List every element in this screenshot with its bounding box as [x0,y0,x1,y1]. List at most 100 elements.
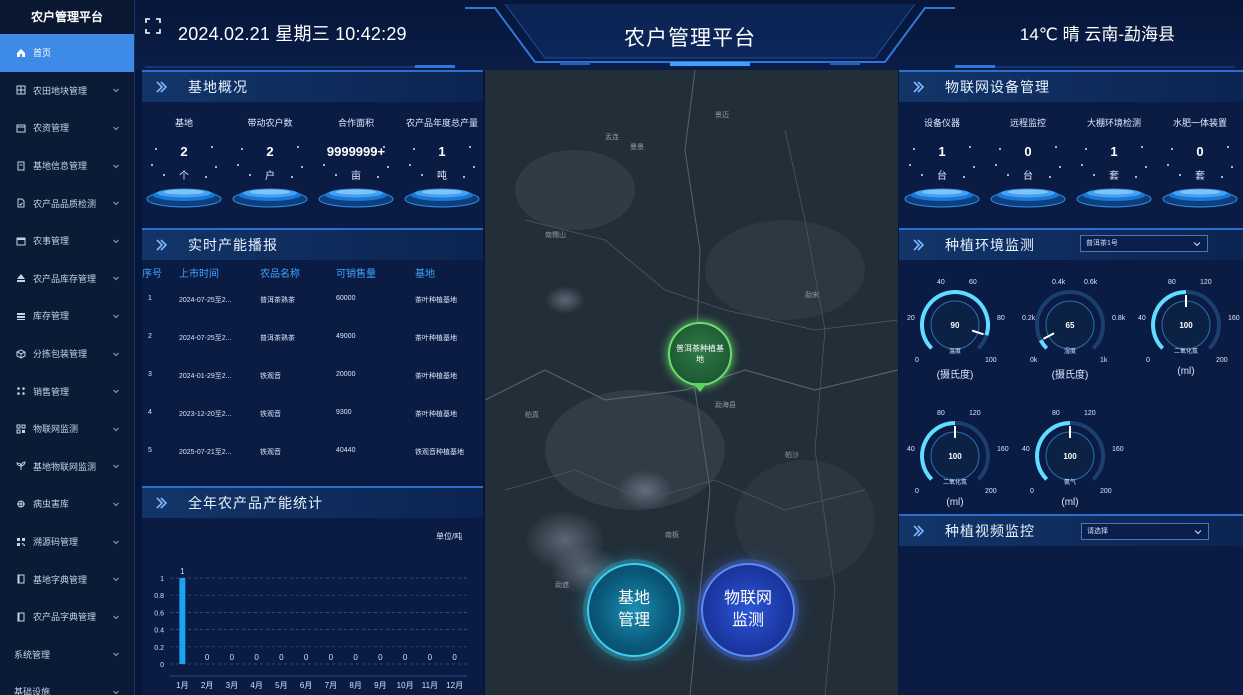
sidebar-item-7[interactable]: 农产品库存管理 [0,260,134,298]
iot-monitor-label: 物联网 监测 [723,590,772,629]
y-tick-label: 0.8 [154,593,164,600]
sidebar-item-2[interactable]: 农田地块管理 [0,72,134,110]
base-marker[interactable]: 普洱茶种植基地 [668,322,732,386]
map-place-label: 孟连 [605,134,619,141]
sidebar-item-18[interactable]: 基础设施 [0,673,134,695]
map-view[interactable]: 孟连 曼景 勐海县 南糯山 勐宋 帕真 帕沙 南板 勐遮 景迈 普洱茶种植基地 基地 管理 物联网监… [485,70,898,695]
x-tick-label: 8月 [349,681,361,690]
sidebar-item-14[interactable]: 溯源码管理 [0,523,134,561]
gauge-tick-label: 40 [937,279,945,286]
chevron-right-icon [913,81,925,93]
x-tick-label: 6月 [300,681,312,690]
chevron-down-icon [112,312,120,320]
fullscreen-icon[interactable] [145,18,161,34]
bar-value-label: 0 [329,653,334,662]
sidebar-item-3[interactable]: 农资管理 [0,109,134,147]
iot-monitor-button[interactable]: 物联网 监测 [701,563,795,657]
sidebar-item-11[interactable]: 物联网监测 [0,410,134,448]
x-tick-label: 5月 [275,681,287,690]
chevron-right-icon [156,81,168,93]
annual-title: 全年农产品产能统计 [188,495,323,511]
x-tick-label: 4月 [250,681,262,690]
sparkle-dot [473,166,475,168]
gauge-tick-label: 20 [907,315,915,322]
x-tick-label: 3月 [226,681,238,690]
table-header-1: 序号 [142,269,162,280]
annual-header: 全年农产品产能统计 [142,486,483,518]
table-cell: 40440 [336,447,356,454]
sidebar-item-4[interactable]: 基地信息管理 [0,147,134,185]
pedestal-glow [1162,188,1238,208]
stat-name: 水肥一体装置 [1172,118,1227,128]
sidebar-item-13[interactable]: 病虫害库 [0,485,134,523]
sparkle-dot [973,166,975,168]
table-cell: 5 [148,447,152,454]
sidebar-item-12[interactable]: 基地物联网监测 [0,448,134,486]
gauge-name: 二氧化氮 [943,478,967,486]
sparkle-dot [1049,176,1051,178]
table-cell: 2025-07-21至2... [179,449,232,456]
sidebar: 农户管理平台 首页 农田地块管理 农资管理 基地信息管理 农产品品质检测农事管理农产品库… [0,0,135,695]
sparkle-dot [1081,164,1083,166]
gauge-tick-label: 40 [1022,446,1030,453]
sparkle-dot [1167,164,1169,166]
bar-value-label: 0 [428,653,433,662]
chevron-down-icon [112,274,120,282]
gauge-dial: 100 二氧化氮 [920,421,990,486]
x-tick-label: 1月 [176,681,188,690]
sparkle-dot [1093,174,1095,176]
table-cell: 铁观音 [260,411,281,418]
table-cell: 铁观音 [260,449,281,456]
sidebar-item-17[interactable]: 系统管理 [0,636,134,674]
stat-unit: 套 [1195,171,1205,182]
sidebar-item-6[interactable]: 农事管理 [0,222,134,260]
sidebar-item-8[interactable]: 库存管理 [0,297,134,335]
sparkle-dot [163,174,165,176]
stat-name: 农产品年度总产量 [405,118,478,128]
sparkle-dot [969,146,971,148]
sparkle-dot [1007,174,1009,176]
sidebar-brand: 农户管理平台 [0,0,134,34]
sidebar-item-10[interactable]: 销售管理 [0,372,134,410]
sidebar-item-5[interactable]: 农产品品质检测 [0,184,134,222]
gauge-tick-label: 0.6k [1084,279,1098,286]
bar-value-label: 0 [452,653,457,662]
table-cell: 2 [148,333,152,340]
realtime-title: 实时产能播报 [188,237,278,253]
env-device-select[interactable]: 普洱茶1号 [1080,235,1208,252]
base-management-button[interactable]: 基地 管理 [587,563,681,657]
bar-value-label: 0 [403,653,408,662]
sparkle-dot [327,148,329,150]
x-tick-label: 12月 [446,681,463,690]
sidebar-item-1[interactable]: 首页 [0,34,134,72]
sidebar-item-label: 库存管理 [33,311,70,322]
gauge-tick-label: 160 [1112,446,1124,453]
pedestal-glow [404,188,480,208]
stat-unit: 台 [1023,171,1033,182]
file-check-icon [16,198,26,208]
sidebar-item-label: 物联网监测 [33,424,79,435]
chevron-down-icon [112,462,120,470]
stat-unit: 吨 [437,171,447,182]
video-camera-select[interactable]: 请选择 [1081,523,1209,540]
sparkle-dot [1227,146,1229,148]
table-cell: 2024-07-25至2... [179,297,232,304]
sidebar-item-label: 销售管理 [33,386,70,397]
bar-value-label: 0 [353,653,358,662]
sparkle-dot [1141,146,1143,148]
book-icon [16,612,26,622]
sidebar-item-15[interactable]: 基地字典管理 [0,560,134,598]
sidebar-item-16[interactable]: 农产品字典管理 [0,598,134,636]
stat-unit: 亩 [351,171,361,182]
table-header-5: 基地 [415,269,435,280]
map-place-label: 南板 [665,532,679,539]
gauge-tick-label: 40 [1138,315,1146,322]
bar-1[interactable] [179,578,186,664]
stat-value: 2 [266,144,274,159]
gauge-tick-label: 120 [969,410,981,417]
stat-name: 设备仪器 [923,118,960,128]
sparkle-dot [1055,146,1057,148]
sidebar-item-label: 农事管理 [33,236,70,247]
sidebar-item-9[interactable]: 分拣包装管理 [0,335,134,373]
document-icon [16,161,26,171]
